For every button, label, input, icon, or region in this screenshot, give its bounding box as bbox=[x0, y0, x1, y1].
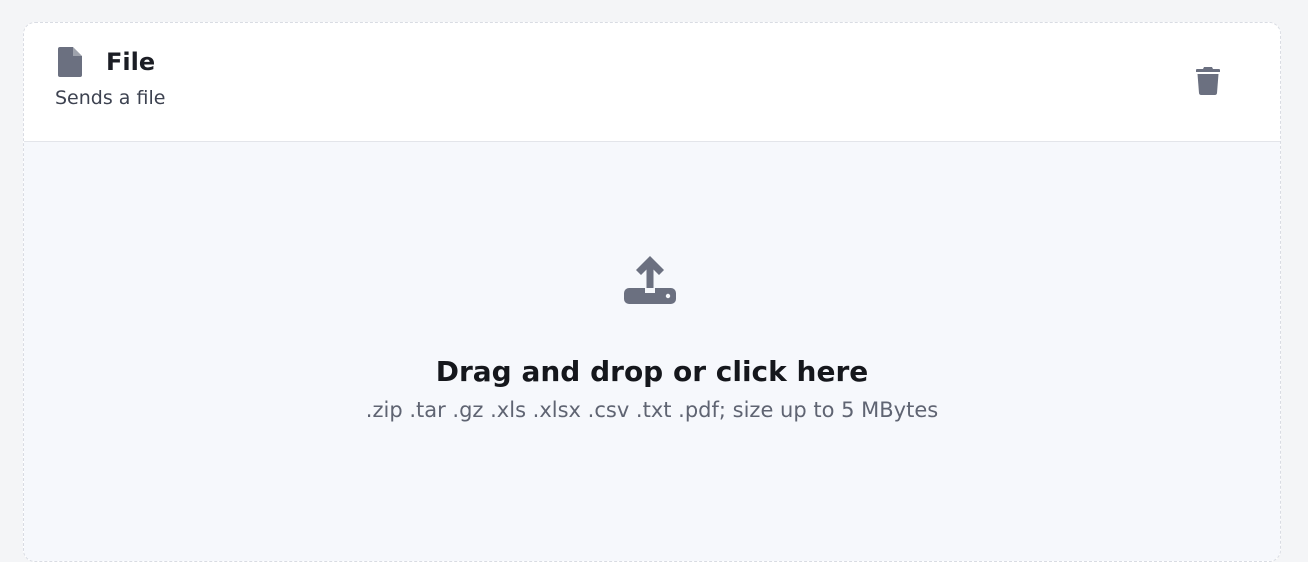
file-widget-card: File Sends a file Drag and drop or click… bbox=[23, 22, 1281, 562]
file-icon bbox=[58, 47, 82, 77]
upload-icon bbox=[624, 254, 676, 306]
trash-icon bbox=[1196, 66, 1220, 98]
file-dropzone[interactable]: Drag and drop or click here .zip .tar .g… bbox=[24, 142, 1280, 561]
widget-description: Sends a file bbox=[55, 87, 166, 109]
dropzone-hint: .zip .tar .gz .xls .xlsx .csv .txt .pdf;… bbox=[365, 398, 939, 422]
delete-button[interactable] bbox=[1192, 65, 1224, 99]
widget-header: File Sends a file bbox=[24, 23, 1280, 142]
widget-title: File bbox=[106, 48, 156, 76]
dropzone-title: Drag and drop or click here bbox=[435, 355, 869, 388]
